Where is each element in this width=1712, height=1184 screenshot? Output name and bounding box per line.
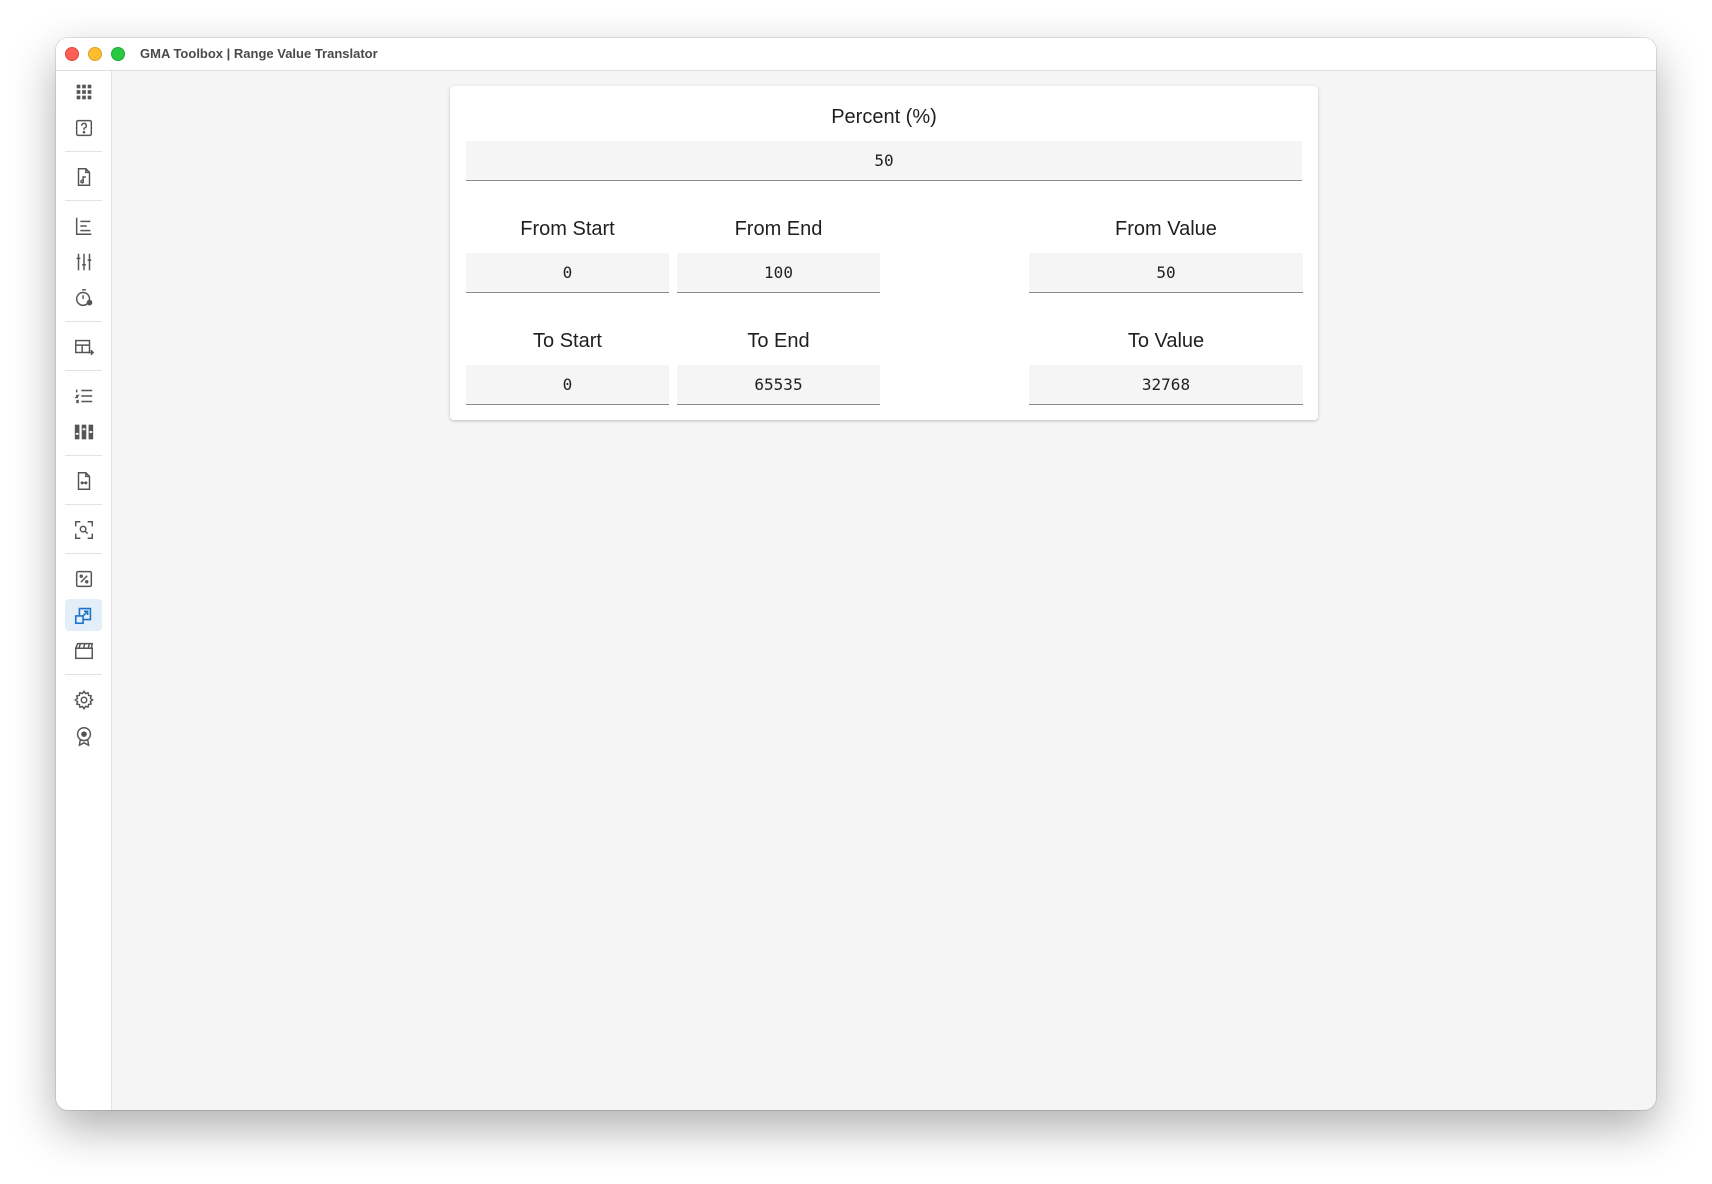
maximize-window-button[interactable] — [111, 47, 125, 61]
sidebar-item-percent[interactable] — [65, 563, 102, 595]
table-export-icon — [74, 339, 94, 356]
window-title: GMA Toolbox | Range Value Translator — [140, 46, 378, 61]
to-start-input[interactable]: 0 — [466, 365, 669, 405]
sidebar-item-fader-bank[interactable] — [65, 416, 102, 448]
sidebar-item-timer[interactable] — [65, 282, 102, 314]
title-bar: GMA Toolbox | Range Value Translator — [56, 38, 1656, 71]
sidebar-item-settings[interactable] — [65, 684, 102, 716]
sidebar-item-apps[interactable] — [65, 76, 102, 108]
to-end-input[interactable]: 65535 — [677, 365, 880, 405]
sidebar-item-award[interactable] — [65, 720, 102, 752]
numbered-list-icon — [73, 389, 92, 404]
award-badge-icon — [76, 727, 91, 747]
from-end-input[interactable]: 100 — [677, 253, 880, 293]
percent-box-icon — [75, 570, 92, 588]
sidebar-item-file-convert[interactable] — [65, 465, 102, 497]
minimize-window-button[interactable] — [88, 47, 102, 61]
sidebar — [56, 71, 112, 1110]
percent-input[interactable]: 50 — [466, 141, 1302, 181]
sidebar-item-range-translator[interactable] — [65, 599, 102, 631]
apps-grid-icon — [76, 84, 91, 100]
range-translate-icon — [74, 607, 91, 625]
app-window: GMA Toolbox | Range Value Translator Per… — [56, 38, 1656, 1110]
to-value-label: To Value — [1127, 330, 1205, 352]
from-start-input[interactable]: 0 — [466, 253, 669, 293]
sidebar-item-scan-search[interactable] — [65, 514, 102, 546]
sidebar-item-table-export[interactable] — [65, 331, 102, 363]
fader-bank-icon — [74, 424, 93, 440]
help-icon — [75, 119, 92, 137]
sidebar-item-clapperboard[interactable] — [65, 635, 102, 667]
percent-label: Percent (%) — [831, 106, 937, 128]
close-window-button[interactable] — [65, 47, 79, 61]
sidebar-item-sliders[interactable] — [65, 246, 102, 278]
audio-file-icon — [77, 168, 90, 186]
to-end-label: To End — [747, 330, 810, 352]
sidebar-item-help[interactable] — [65, 112, 102, 144]
sidebar-item-list[interactable] — [65, 380, 102, 412]
scan-search-icon — [74, 521, 93, 539]
timer-icon — [75, 289, 92, 307]
sidebar-item-align[interactable] — [65, 210, 102, 242]
from-value-input[interactable]: 50 — [1029, 253, 1303, 293]
from-start-label: From Start — [520, 218, 615, 240]
from-end-label: From End — [734, 218, 823, 240]
sidebar-item-audio-file[interactable] — [65, 161, 102, 193]
from-value-label: From Value — [1115, 218, 1217, 240]
settings-gear-icon — [73, 689, 94, 711]
file-convert-icon — [77, 472, 90, 490]
to-value-input[interactable]: 32768 — [1029, 365, 1303, 405]
clapperboard-icon — [74, 642, 93, 660]
align-chart-icon — [75, 217, 91, 235]
sliders-icon — [76, 253, 91, 271]
to-start-label: To Start — [533, 330, 602, 352]
range-translator-card: Percent (%) 50 From Start From End From … — [450, 86, 1318, 420]
